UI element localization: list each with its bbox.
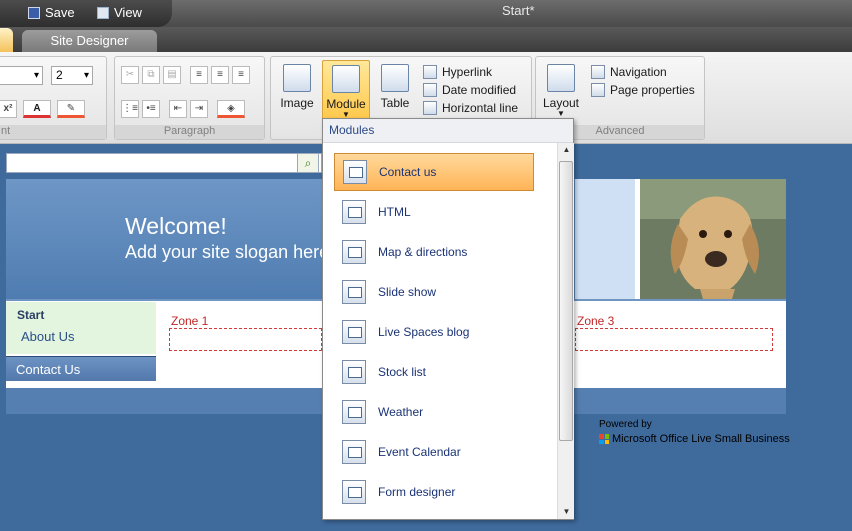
office-logo-icon bbox=[599, 434, 609, 444]
module-icon bbox=[332, 65, 360, 93]
view-button[interactable]: View bbox=[97, 5, 142, 20]
font-group-label: nt bbox=[0, 125, 106, 139]
banner-panel bbox=[575, 179, 635, 299]
horizontal-line-icon bbox=[423, 101, 437, 115]
module-item-form-designer[interactable]: Form designer bbox=[334, 473, 534, 511]
nav-item-contact[interactable]: Contact Us bbox=[6, 356, 156, 381]
font-name-dropdown[interactable] bbox=[0, 66, 43, 85]
contact-form-icon bbox=[343, 160, 367, 184]
module-item-stock-list[interactable]: Stock list bbox=[334, 353, 534, 391]
superscript-button[interactable]: x² bbox=[0, 100, 17, 118]
form-icon bbox=[342, 480, 366, 504]
paragraph-group: ✂ ⧉ ▤ ≡ ≡ ≡ ⋮≡ •≡ ⇤ ⇥ ◈ Paragraph bbox=[114, 56, 265, 140]
increase-indent-icon[interactable]: ⇥ bbox=[190, 100, 208, 118]
site-welcome-heading[interactable]: Welcome! bbox=[125, 213, 227, 240]
module-item-map-directions[interactable]: Map & directions bbox=[334, 233, 534, 271]
highlight-color-button[interactable]: ✎ bbox=[57, 100, 85, 118]
globe-icon bbox=[591, 83, 605, 97]
cut-icon[interactable]: ✂ bbox=[121, 66, 139, 84]
paragraph-group-label: Paragraph bbox=[115, 125, 264, 139]
module-item-event-calendar[interactable]: Event Calendar bbox=[334, 433, 534, 471]
tab-home[interactable] bbox=[0, 28, 13, 52]
site-slogan[interactable]: Add your site slogan here bbox=[125, 242, 322, 263]
powered-by-brand[interactable]: Microsoft Office Live Small Business bbox=[599, 433, 790, 445]
quick-access-toolbar: Save View bbox=[0, 0, 172, 27]
weather-icon bbox=[342, 400, 366, 424]
html-icon bbox=[342, 200, 366, 224]
scroll-down-arrow-icon[interactable]: ▼ bbox=[558, 505, 575, 519]
tab-site-designer[interactable]: Site Designer bbox=[22, 30, 157, 52]
zone-3-dropzone[interactable] bbox=[575, 328, 773, 351]
image-button[interactable]: Image bbox=[273, 60, 321, 122]
calendar-icon bbox=[342, 440, 366, 464]
zone-3-label: Zone 3 bbox=[577, 314, 615, 328]
table-button[interactable]: Table bbox=[371, 60, 419, 122]
save-button[interactable]: Save bbox=[28, 5, 75, 20]
site-search-input[interactable] bbox=[6, 153, 322, 173]
document-title: Start* bbox=[502, 3, 535, 18]
paste-icon[interactable]: ▤ bbox=[163, 66, 181, 84]
hyperlink-button[interactable]: Hyperlink bbox=[423, 65, 492, 79]
slideshow-icon bbox=[342, 280, 366, 304]
bullet-list-icon[interactable]: •≡ bbox=[142, 100, 160, 118]
horizontal-line-button[interactable]: Horizontal line bbox=[423, 101, 518, 115]
search-button[interactable]: ⌕ bbox=[297, 153, 319, 173]
layout-button[interactable]: Layout ▼ bbox=[537, 60, 585, 122]
font-color-button[interactable]: A bbox=[23, 100, 51, 118]
sitemap-icon bbox=[591, 65, 605, 79]
search-icon: ⌕ bbox=[304, 156, 312, 170]
font-size-dropdown[interactable]: 2 bbox=[51, 66, 93, 85]
module-item-html[interactable]: HTML bbox=[334, 193, 534, 231]
font-group: 2 x² A ✎ nt bbox=[0, 56, 107, 140]
nav-item-start[interactable]: Start bbox=[17, 308, 44, 322]
date-modified-button[interactable]: Date modified bbox=[423, 83, 516, 97]
align-left-icon[interactable]: ≡ bbox=[190, 66, 208, 84]
powered-by-label: Powered by bbox=[599, 419, 652, 430]
navigation-button[interactable]: Navigation bbox=[591, 65, 667, 79]
module-item-live-spaces-blog[interactable]: Live Spaces blog bbox=[334, 313, 534, 351]
module-button[interactable]: Module ▼ bbox=[322, 60, 370, 122]
scrollbar-thumb[interactable] bbox=[559, 161, 573, 441]
map-icon bbox=[342, 240, 366, 264]
image-icon bbox=[283, 64, 311, 92]
numbered-list-icon[interactable]: ⋮≡ bbox=[121, 100, 139, 118]
scroll-up-arrow-icon[interactable]: ▲ bbox=[558, 143, 575, 157]
chain-link-icon bbox=[423, 65, 437, 79]
dog-photo[interactable] bbox=[640, 179, 786, 299]
align-right-icon[interactable]: ≡ bbox=[232, 66, 250, 84]
zone-1-label: Zone 1 bbox=[171, 314, 209, 328]
align-center-icon[interactable]: ≡ bbox=[211, 66, 229, 84]
copy-icon[interactable]: ⧉ bbox=[142, 66, 160, 84]
modules-menu: Modules Contact us HTML Map & directions… bbox=[322, 118, 574, 520]
magnifier-page-icon bbox=[97, 6, 109, 19]
floppy-disk-icon bbox=[28, 6, 40, 19]
module-item-weather[interactable]: Weather bbox=[334, 393, 534, 431]
date-icon bbox=[423, 83, 437, 97]
blog-icon bbox=[342, 320, 366, 344]
modules-menu-scrollbar[interactable]: ▲ ▼ bbox=[557, 143, 574, 519]
zone-1-dropzone[interactable] bbox=[169, 328, 322, 351]
module-item-slide-show[interactable]: Slide show bbox=[334, 273, 534, 311]
fill-color-icon[interactable]: ◈ bbox=[217, 100, 245, 118]
table-icon bbox=[381, 64, 409, 92]
page-properties-button[interactable]: Page properties bbox=[591, 83, 695, 97]
decrease-indent-icon[interactable]: ⇤ bbox=[169, 100, 187, 118]
stock-chart-icon bbox=[342, 360, 366, 384]
modules-menu-header: Modules bbox=[323, 119, 573, 143]
module-item-contact-us[interactable]: Contact us bbox=[334, 153, 534, 191]
layout-icon bbox=[547, 64, 575, 92]
chevron-down-icon: ▼ bbox=[557, 109, 565, 118]
nav-item-about[interactable]: About Us bbox=[21, 329, 74, 344]
